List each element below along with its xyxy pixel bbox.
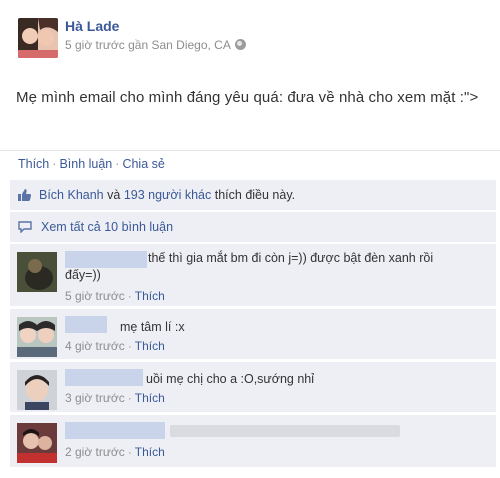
comment-text: mẹ tâm lí :x: [120, 320, 185, 334]
comment-like-link[interactable]: Thích: [135, 339, 165, 353]
separator-dot: ·: [127, 391, 132, 405]
likes-others-link[interactable]: 193 người khác: [124, 188, 211, 202]
commenter-avatar[interactable]: [17, 252, 57, 292]
comment-text-continued: đấy=)): [65, 268, 101, 282]
comment-meta: 4 giờ trước · Thích: [65, 339, 165, 353]
comment-text-redacted: [170, 425, 400, 437]
post-text: Mẹ mình email cho mình đáng yêu quá: đưa…: [16, 89, 479, 106]
author-avatar[interactable]: [18, 18, 58, 58]
comment-item: mẹ tâm lí :x 4 giờ trước · Thích: [10, 309, 496, 359]
separator-dot: ·: [115, 157, 120, 171]
comment-meta: 3 giờ trước · Thích: [65, 391, 165, 405]
post-header: Hà Lade 5 giờ trước gần San Diego, CA: [14, 10, 494, 60]
comment-time[interactable]: 2 giờ trước: [65, 445, 125, 459]
likes-and: và: [107, 188, 121, 202]
comment-meta: 2 giờ trước · Thích: [65, 445, 165, 459]
globe-icon: [234, 39, 246, 50]
commenter-name-redacted: [65, 251, 147, 268]
thumbs-up-icon: [18, 189, 31, 201]
comment-text: uồi mẹ chị cho a :O,sướng nhỉ: [146, 372, 315, 386]
comment-text: thế thì gia mắt bm đi còn j=)) được bật …: [148, 251, 434, 265]
comment-time[interactable]: 5 giờ trước: [65, 289, 125, 303]
comment-like-link[interactable]: Thích: [135, 445, 165, 459]
post-time-location[interactable]: 5 giờ trước gần San Diego, CA: [65, 38, 231, 52]
author-name[interactable]: Hà Lade: [65, 18, 119, 34]
likes-suffix: thích điều này.: [214, 188, 296, 202]
post-actions: Thích · Bình luận · Chia sẻ: [0, 150, 500, 177]
separator-dot: ·: [127, 289, 132, 303]
likes-text: Bích Khanh và 193 người khác thích điều …: [39, 188, 295, 202]
comment-link[interactable]: Bình luận: [59, 157, 112, 171]
separator-dot: ·: [52, 157, 57, 171]
view-all-comments[interactable]: Xem tất cả 10 bình luận: [10, 212, 496, 242]
comment-item: 2 giờ trước · Thích: [10, 415, 496, 467]
post-meta: 5 giờ trước gần San Diego, CA: [65, 38, 246, 52]
commenter-name-redacted: [65, 422, 165, 439]
commenter-avatar[interactable]: [17, 317, 57, 357]
comment-item: thế thì gia mắt bm đi còn j=)) được bật …: [10, 244, 496, 306]
comment-item: uồi mẹ chị cho a :O,sướng nhỉ 3 giờ trướ…: [10, 362, 496, 412]
share-link[interactable]: Chia sẻ: [122, 157, 164, 171]
liker-name[interactable]: Bích Khanh: [39, 188, 104, 202]
like-link[interactable]: Thích: [18, 157, 49, 171]
view-all-comments-link[interactable]: Xem tất cả 10 bình luận: [41, 220, 173, 234]
comment-meta: 5 giờ trước · Thích: [65, 289, 165, 303]
commenter-name-redacted: [65, 316, 107, 333]
comment-time[interactable]: 4 giờ trước: [65, 339, 125, 353]
commenter-name-redacted: [65, 369, 143, 386]
commenter-avatar[interactable]: [17, 423, 57, 463]
likes-summary: Bích Khanh và 193 người khác thích điều …: [10, 180, 496, 210]
comment-time[interactable]: 3 giờ trước: [65, 391, 125, 405]
comment-like-link[interactable]: Thích: [135, 289, 165, 303]
separator-dot: ·: [127, 445, 132, 459]
commenter-avatar[interactable]: [17, 370, 57, 410]
comment-bubble-icon: [18, 221, 32, 233]
comment-like-link[interactable]: Thích: [135, 391, 165, 405]
separator-dot: ·: [127, 339, 132, 353]
